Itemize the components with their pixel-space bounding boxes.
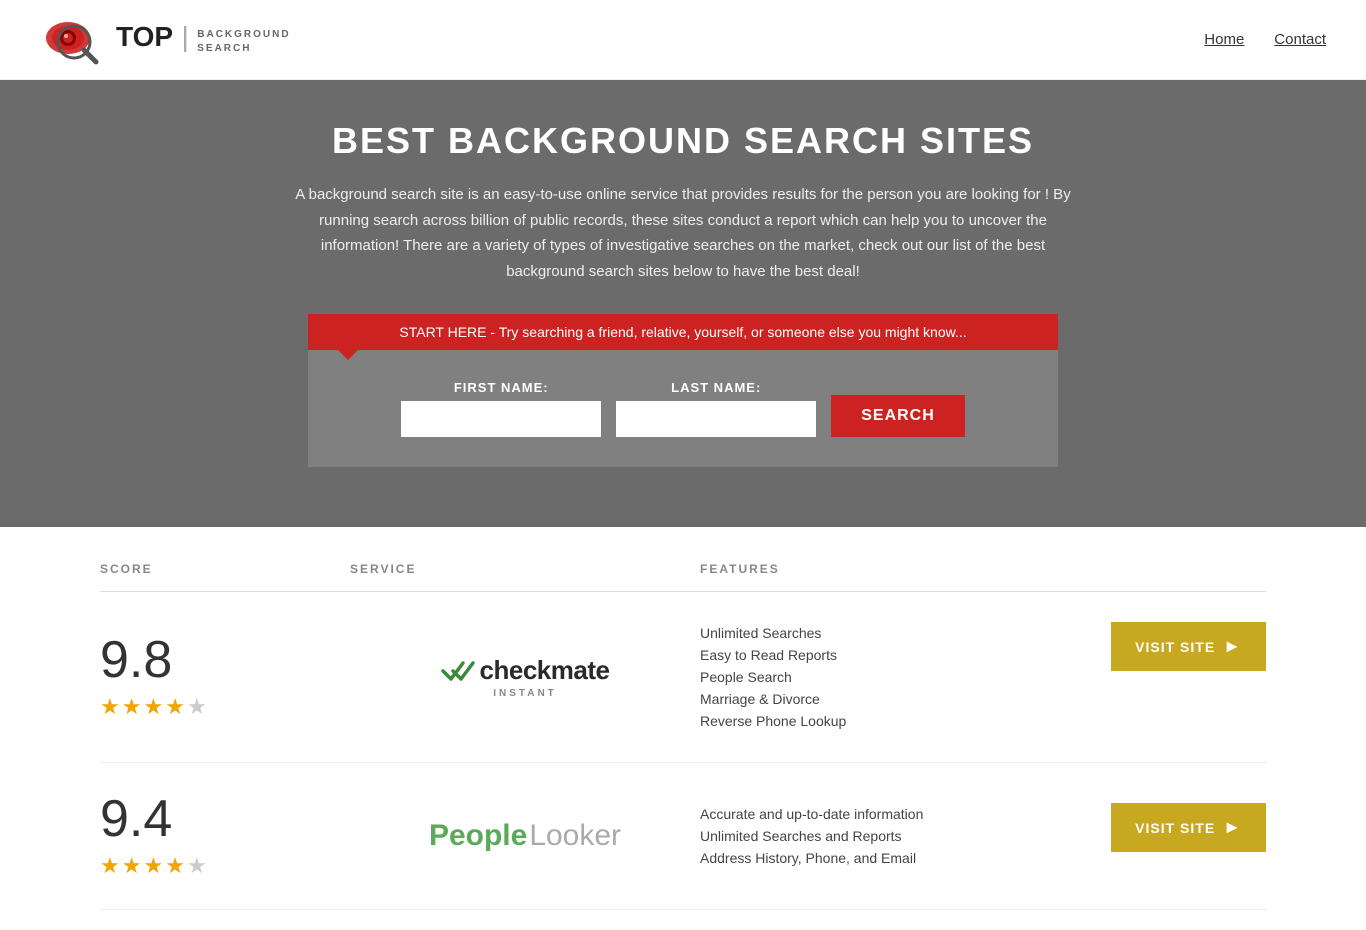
star-5: ★ bbox=[187, 853, 207, 879]
people-looker-logo: People Looker bbox=[429, 819, 621, 853]
feature-item: Accurate and up-to-date information bbox=[700, 803, 1091, 825]
star-1: ★ bbox=[100, 694, 120, 720]
search-form-container: FIRST NAME: LAST NAME: SEARCH bbox=[308, 350, 1058, 467]
star-1: ★ bbox=[100, 853, 120, 879]
logo-icon bbox=[40, 14, 108, 66]
checkmate-main-text: checkmate bbox=[480, 655, 610, 686]
star-4: ★ bbox=[165, 853, 185, 879]
star-3: ★ bbox=[143, 853, 163, 879]
score-value-1: 9.8 bbox=[100, 634, 172, 686]
first-name-group: FIRST NAME: bbox=[401, 380, 601, 437]
last-name-group: LAST NAME: bbox=[616, 380, 816, 437]
logo-text: TOP | BACKGROUNDSEARCH bbox=[116, 23, 291, 56]
score-cell-1: 9.8 ★ ★ ★ ★ ★ bbox=[100, 634, 350, 720]
logo-top-text: TOP | BACKGROUNDSEARCH bbox=[116, 23, 291, 56]
pl-looker-text: Looker bbox=[529, 819, 621, 853]
nav-home[interactable]: Home bbox=[1204, 31, 1244, 48]
checkmate-logo: checkmate INSTANT bbox=[441, 655, 610, 699]
search-form: FIRST NAME: LAST NAME: SEARCH bbox=[328, 380, 1038, 437]
visit-site-button-2[interactable]: VISIT SITE ► bbox=[1111, 803, 1266, 852]
feature-item: Address History, Phone, and Email bbox=[700, 847, 1091, 869]
feature-item: Unlimited Searches bbox=[700, 622, 1091, 644]
features-list-2: Accurate and up-to-date information Unli… bbox=[700, 803, 1091, 869]
col-features-header: FEATURES bbox=[700, 562, 1266, 576]
site-header: TOP | BACKGROUNDSEARCH Home Contact bbox=[0, 0, 1366, 80]
pl-people-text: People bbox=[429, 819, 527, 853]
col-score-header: SCORE bbox=[100, 562, 350, 576]
feature-item: People Search bbox=[700, 666, 1091, 688]
logo-graphic bbox=[40, 14, 108, 66]
logo: TOP | BACKGROUNDSEARCH bbox=[40, 14, 291, 66]
star-3: ★ bbox=[143, 694, 163, 720]
feature-item: Reverse Phone Lookup bbox=[700, 710, 1091, 732]
features-list-1: Unlimited Searches Easy to Read Reports … bbox=[700, 622, 1091, 732]
features-cell-2: Accurate and up-to-date information Unli… bbox=[700, 803, 1266, 869]
visit-site-button-1[interactable]: VISIT SITE ► bbox=[1111, 622, 1266, 671]
table-row: 9.8 ★ ★ ★ ★ ★ checkmate INS bbox=[100, 592, 1266, 763]
feature-item: Marriage & Divorce bbox=[700, 688, 1091, 710]
star-2: ★ bbox=[122, 694, 142, 720]
arrow-icon: ► bbox=[1223, 817, 1242, 838]
feature-item: Easy to Read Reports bbox=[700, 644, 1091, 666]
service-cell-1: checkmate INSTANT bbox=[350, 655, 700, 699]
first-name-label: FIRST NAME: bbox=[401, 380, 601, 395]
results-table: SCORE SERVICE FEATURES 9.8 ★ ★ ★ ★ ★ bbox=[0, 527, 1366, 930]
checkmate-icon bbox=[441, 657, 477, 685]
main-nav: Home Contact bbox=[1204, 31, 1326, 48]
table-header-row: SCORE SERVICE FEATURES bbox=[100, 547, 1266, 592]
table-row: 9.4 ★ ★ ★ ★ ★ People Looker Accurate and… bbox=[100, 763, 1266, 910]
nav-contact[interactable]: Contact bbox=[1274, 31, 1326, 48]
features-cell-1: Unlimited Searches Easy to Read Reports … bbox=[700, 622, 1266, 732]
col-service-header: SERVICE bbox=[350, 562, 700, 576]
last-name-label: LAST NAME: bbox=[616, 380, 816, 395]
checkmate-sub-text: INSTANT bbox=[493, 688, 557, 699]
feature-item: Unlimited Searches and Reports bbox=[700, 825, 1091, 847]
last-name-input[interactable] bbox=[616, 401, 816, 437]
search-hint-banner: START HERE - Try searching a friend, rel… bbox=[308, 314, 1058, 350]
hero-description: A background search site is an easy-to-u… bbox=[283, 182, 1083, 284]
search-button[interactable]: SEARCH bbox=[831, 395, 965, 437]
arrow-icon: ► bbox=[1223, 636, 1242, 657]
service-cell-2: People Looker bbox=[350, 819, 700, 853]
score-cell-2: 9.4 ★ ★ ★ ★ ★ bbox=[100, 793, 350, 879]
hero-title: BEST BACKGROUND SEARCH SITES bbox=[20, 120, 1346, 162]
stars-1: ★ ★ ★ ★ ★ bbox=[100, 694, 207, 720]
hero-section: BEST BACKGROUND SEARCH SITES A backgroun… bbox=[0, 80, 1366, 527]
stars-2: ★ ★ ★ ★ ★ bbox=[100, 853, 207, 879]
star-5: ★ bbox=[187, 694, 207, 720]
star-2: ★ bbox=[122, 853, 142, 879]
score-value-2: 9.4 bbox=[100, 793, 172, 845]
star-4: ★ bbox=[165, 694, 185, 720]
first-name-input[interactable] bbox=[401, 401, 601, 437]
